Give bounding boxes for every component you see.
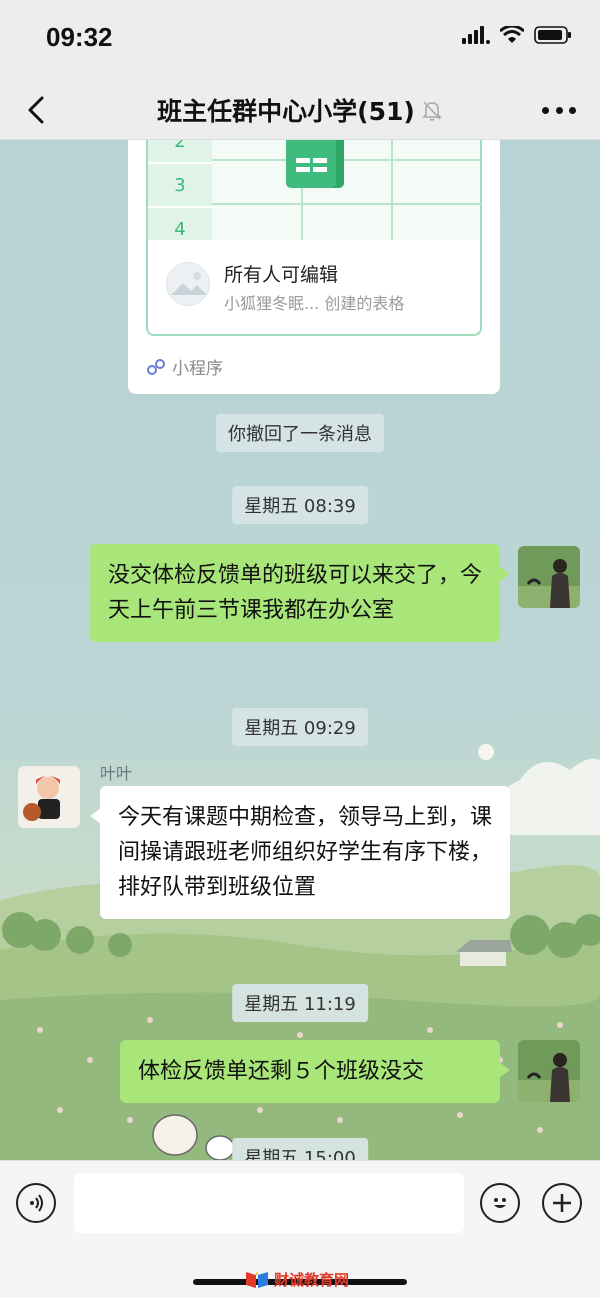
voice-button[interactable] [16, 1183, 56, 1223]
voice-icon [30, 1194, 43, 1212]
dot-icon [555, 106, 563, 114]
sender-name: 叶叶 [100, 764, 133, 783]
more-actions-button[interactable] [542, 1183, 582, 1223]
mini-program-card[interactable]: 2 3 4 所有人可编辑 小狐狸冬眠... 创建的表格 小程序 [128, 140, 500, 394]
more-options-button[interactable] [542, 98, 576, 122]
sheet-row-number: 2 [148, 140, 212, 164]
message-input[interactable] [74, 1173, 464, 1233]
status-icons [462, 24, 572, 48]
message-timestamp: 星期五 09:29 [232, 708, 368, 746]
chat-header: 班主任群中心小学(51) [0, 80, 600, 140]
status-bar: 09:32 [0, 0, 600, 80]
battery-icon [534, 26, 572, 48]
outgoing-message-bubble[interactable]: 没交体检反馈单的班级可以来交了，今天上午前三节课我都在办公室 [90, 544, 510, 642]
bell-slash-icon [421, 101, 442, 121]
dot-icon [569, 106, 576, 114]
mini-program-label: 小程序 [172, 359, 223, 379]
mini-program-icon [147, 358, 165, 375]
wifi-icon [499, 24, 525, 48]
card-owner-info: 所有人可编辑 小狐狸冬眠... 创建的表格 [146, 240, 482, 336]
status-time: 09:32 [46, 22, 113, 52]
card-subtitle: 小狐狸冬眠... 创建的表格 [224, 294, 405, 313]
sender-avatar[interactable] [18, 766, 80, 828]
sheet-row-number: 3 [148, 164, 212, 208]
book-logo-icon [246, 1271, 268, 1288]
watermark-text: 财诚教育网 [274, 1270, 350, 1289]
outgoing-message-bubble[interactable]: 体检反馈单还剩５个班级没交 [120, 1040, 510, 1103]
card-title: 所有人可编辑 [224, 264, 339, 286]
self-avatar[interactable] [518, 1040, 580, 1102]
smiley-icon [494, 1198, 506, 1208]
incoming-message-bubble[interactable]: 今天有课题中期检查，领导马上到，课间操请跟班老师组织好学生有序下楼，排好队带到班… [90, 786, 510, 919]
mini-program-footer: 小程序 [146, 354, 223, 379]
chat-title-wrap: 班主任群中心小学(51) [0, 92, 600, 128]
owner-avatar [166, 262, 210, 306]
self-avatar[interactable] [518, 546, 580, 608]
message-timestamp: 星期五 15:00 [232, 1138, 368, 1160]
plus-icon [553, 1194, 571, 1212]
message-timestamp: 星期五 11:19 [232, 984, 368, 1022]
emoji-button[interactable] [480, 1183, 520, 1223]
watermark: 财诚教育网 [244, 1268, 349, 1290]
dot-icon [542, 106, 549, 114]
recall-notice: 你撤回了一条消息 [216, 414, 384, 452]
message-list[interactable]: 2 3 4 所有人可编辑 小狐狸冬眠... 创建的表格 小程序 你撤回了一条消息… [0, 140, 600, 1160]
spreadsheet-icon [286, 140, 344, 188]
sheet-preview: 2 3 4 [146, 140, 482, 252]
chat-title: 班主任群中心小学(51) [157, 97, 415, 126]
signal-icon [462, 26, 490, 48]
message-timestamp: 星期五 08:39 [232, 486, 368, 524]
